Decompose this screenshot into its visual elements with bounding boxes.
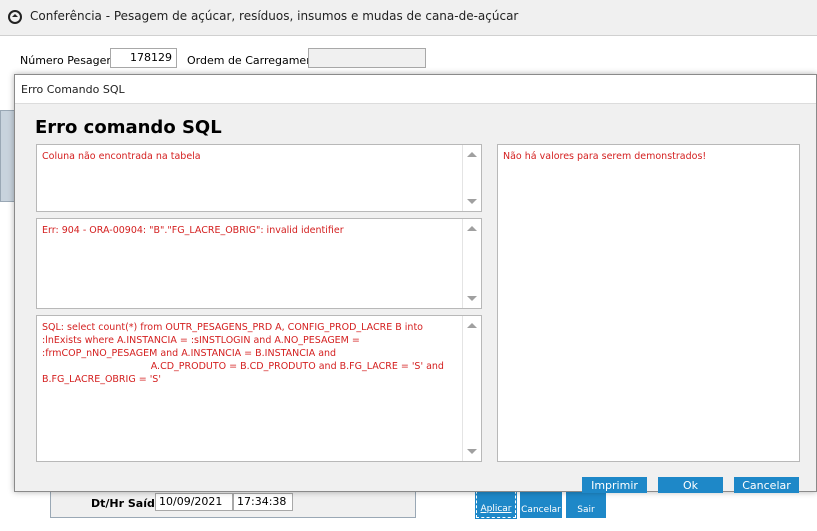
message-text: Coluna não encontrada na tabela	[42, 151, 201, 162]
sql-error-dialog: Erro Comando SQL Erro comando SQL Coluna…	[14, 74, 817, 493]
window-title: Conferência - Pesagem de açúcar, resíduo…	[30, 9, 519, 23]
scroll-down-icon[interactable]	[467, 199, 477, 204]
ok-button[interactable]: Ok	[658, 477, 723, 493]
scroll-down-icon[interactable]	[467, 449, 477, 454]
dt-saida-field[interactable]: 10/09/2021	[155, 493, 233, 511]
scroll-down-icon[interactable]	[467, 296, 477, 301]
message-scrollbar[interactable]	[462, 145, 481, 211]
imprimir-button[interactable]: Imprimir	[582, 477, 647, 493]
message-memo[interactable]: Coluna não encontrada na tabela	[36, 144, 482, 212]
ordem-carregamento-label: Ordem de Carregamento:	[187, 54, 328, 67]
error-text: Err: 904 - ORA-00904: "B"."FG_LACRE_OBRI…	[42, 225, 344, 236]
cancelar-button[interactable]: Cancelar	[734, 477, 799, 493]
window-titlebar: Conferência - Pesagem de açúcar, resíduo…	[0, 0, 817, 36]
hr-saida-field[interactable]: 17:34:38	[233, 493, 293, 511]
sql-text: SQL: select count(*) from OUTR_PESAGENS_…	[42, 322, 444, 385]
ordem-carregamento-field[interactable]	[308, 48, 426, 68]
dialog-heading: Erro comando SQL	[35, 117, 222, 138]
sair-label: Sair	[577, 505, 595, 515]
numero-pesagem-label: Número Pesagem:	[20, 54, 121, 67]
dialog-title: Erro Comando SQL	[21, 83, 125, 96]
error-scrollbar[interactable]	[462, 219, 481, 308]
scroll-up-icon[interactable]	[467, 323, 477, 328]
dialog-titlebar: Erro Comando SQL	[15, 75, 816, 104]
aplicar-label: Aplicar	[480, 504, 512, 514]
sql-memo[interactable]: SQL: select count(*) from OUTR_PESAGENS_…	[36, 315, 482, 462]
values-panel[interactable]: Não há valores para serem demonstrados!	[497, 144, 800, 462]
error-memo[interactable]: Err: 904 - ORA-00904: "B"."FG_LACRE_OBRI…	[36, 218, 482, 309]
cancelar-toolbar-label: Cancelar	[521, 505, 561, 515]
scroll-up-icon[interactable]	[467, 226, 477, 231]
values-text: Não há valores para serem demonstrados!	[503, 151, 707, 162]
numero-pesagem-field[interactable]: 178129	[110, 48, 177, 68]
app-logo-icon	[8, 10, 22, 24]
scroll-up-icon[interactable]	[467, 152, 477, 157]
sql-scrollbar[interactable]	[462, 316, 481, 461]
